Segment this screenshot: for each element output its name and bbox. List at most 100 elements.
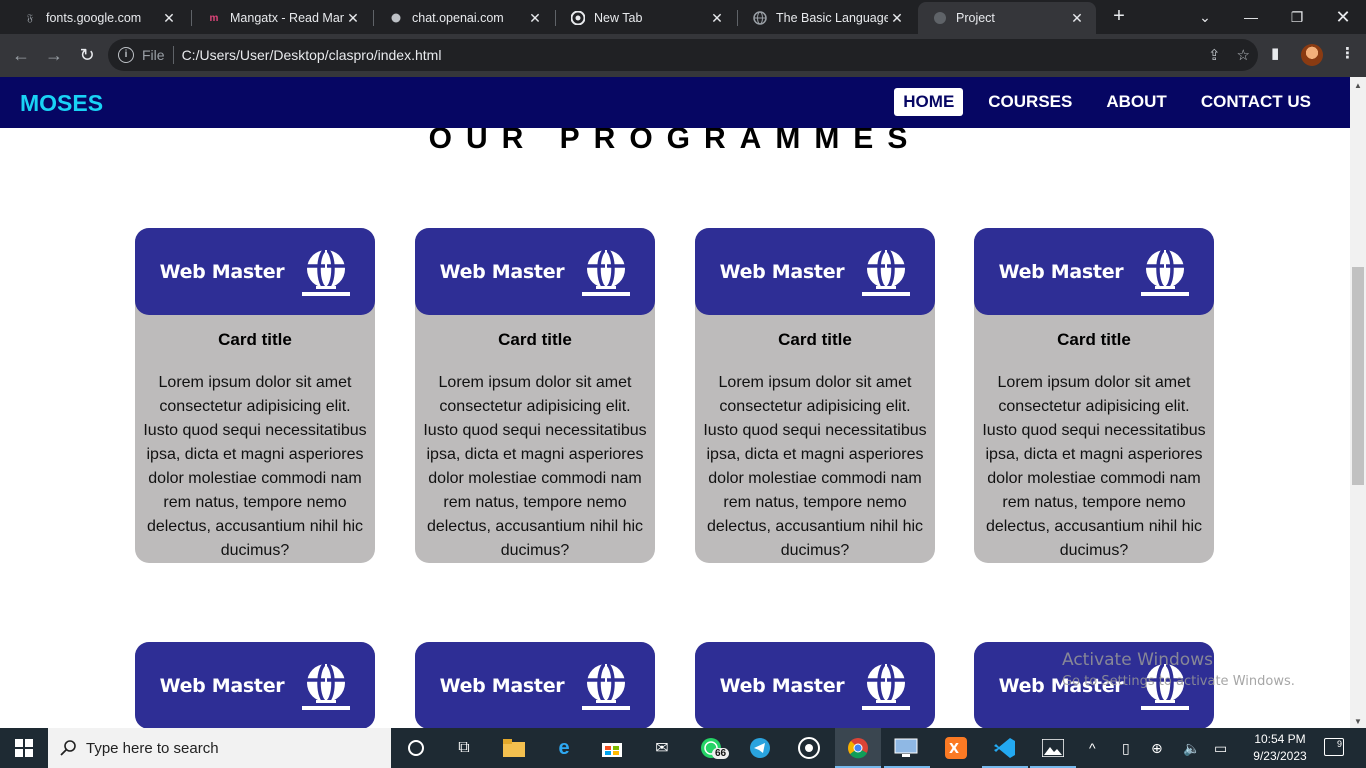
watermark-subtitle: Go to Settings to activate Windows. (1062, 674, 1295, 689)
web-master-globe-icon (582, 661, 631, 710)
mail-icon[interactable]: ✉ (650, 736, 674, 760)
task-view-icon[interactable]: ⧉ (452, 736, 476, 760)
scheme-label: File (142, 47, 165, 63)
forward-button[interactable]: → (42, 44, 66, 68)
url-text[interactable]: C:/Users/User/Desktop/claspro/index.html (182, 47, 442, 63)
restore-button[interactable]: ❐ (1274, 0, 1320, 34)
close-icon[interactable]: ✕ (888, 10, 906, 27)
vscode-icon[interactable] (993, 736, 1017, 760)
windows-taskbar: Type here to search ⧉ e ✉ 66 X ^ ▯ ⊕ 🔈 ▭… (0, 728, 1366, 768)
minimize-button[interactable]: — (1228, 0, 1274, 34)
tab-title: Mangatx - Read Mang (230, 11, 344, 25)
scrollbar-thumb[interactable] (1352, 267, 1364, 485)
openai-icon (388, 10, 404, 26)
browser-tab-basic-language[interactable]: The Basic Language of ✕ (738, 2, 916, 34)
card-logo: Web Master (974, 228, 1214, 315)
globe-icon (752, 10, 768, 26)
xampp-icon[interactable]: X (944, 736, 968, 760)
site-navbar: MOSES HOME COURSES ABOUT CONTACT US (0, 77, 1350, 128)
card-text: Lorem ipsum dolor sit amet consectetur a… (423, 374, 647, 559)
show-hidden-icons-chevron-up-icon[interactable]: ^ (1089, 728, 1096, 768)
scroll-down-arrow-icon[interactable]: ▼ (1354, 717, 1362, 726)
reload-button[interactable]: ↻ (75, 44, 99, 68)
address-bar[interactable]: i File C:/Users/User/Desktop/claspro/ind… (108, 39, 1258, 71)
menu-kebab-icon[interactable]: ⋮ (1340, 44, 1355, 62)
chrome-icon[interactable] (846, 736, 870, 760)
obs-icon[interactable] (797, 736, 821, 760)
divider (172, 46, 174, 64)
program-card: Web Master Card title Lorem ipsum dolor … (415, 228, 655, 563)
share-icon[interactable]: ⇪ (1208, 46, 1221, 64)
nav-courses[interactable]: COURSES (979, 88, 1081, 116)
window-close-button[interactable]: ✕ (1320, 0, 1366, 34)
card-logo-text: Web Master (439, 674, 565, 697)
program-card: Web Master (415, 642, 655, 728)
close-icon[interactable]: ✕ (1068, 10, 1086, 27)
nav-contact-us[interactable]: CONTACT US (1192, 88, 1320, 116)
browser-toolbar: ← → ↻ i File C:/Users/User/Desktop/clasp… (0, 34, 1366, 77)
new-tab-button[interactable]: + (1108, 6, 1130, 28)
avatar[interactable] (1301, 44, 1323, 66)
battery-icon[interactable]: ▭ (1214, 728, 1227, 768)
card-title: Card title (498, 330, 572, 349)
scroll-up-arrow-icon[interactable]: ▲ (1354, 81, 1362, 90)
search-placeholder: Type here to search (86, 739, 219, 757)
close-icon[interactable]: ✕ (344, 10, 362, 27)
tab-title: The Basic Language of (776, 11, 888, 25)
close-icon[interactable]: ✕ (160, 10, 178, 27)
browser-tab-new-tab[interactable]: New Tab ✕ (556, 2, 736, 34)
file-explorer-icon[interactable] (502, 736, 526, 760)
start-button[interactable] (0, 728, 48, 768)
card-text: Lorem ipsum dolor sit amet consectetur a… (982, 374, 1206, 559)
page-scrollbar[interactable]: ▲ ▼ (1350, 77, 1366, 728)
notification-center-icon[interactable]: 9 (1324, 738, 1344, 756)
system-clock[interactable]: 10:54 PM 9/23/2023 (1244, 731, 1316, 765)
network-globe-icon[interactable]: ⊕ (1151, 728, 1163, 768)
nav-about[interactable]: ABOUT (1097, 88, 1175, 116)
telegram-icon[interactable] (748, 736, 772, 760)
browser-tab-openai[interactable]: chat.openai.com ✕ (374, 2, 554, 34)
brand-logo[interactable]: MOSES (20, 90, 103, 117)
edge-icon[interactable]: e (552, 736, 576, 760)
card-logo: Web Master (415, 228, 655, 315)
card-logo-text: Web Master (159, 674, 285, 697)
browser-tab-project[interactable]: Project ✕ (918, 2, 1096, 34)
card-title: Card title (778, 330, 852, 349)
web-master-globe-icon (302, 247, 351, 296)
activate-windows-watermark: Activate Windows Go to Settings to activ… (1062, 650, 1295, 689)
web-master-globe-icon (1141, 247, 1190, 296)
card-logo: Web Master (695, 228, 935, 315)
page-viewport: MOSES HOME COURSES ABOUT CONTACT US OUR … (0, 77, 1350, 728)
card-logo-text: Web Master (719, 260, 845, 283)
cortana-icon[interactable] (404, 736, 428, 760)
close-icon[interactable]: ✕ (708, 10, 726, 27)
browser-tab-mangatx[interactable]: m Mangatx - Read Mang ✕ (192, 2, 372, 34)
store-icon[interactable] (600, 736, 624, 760)
tab-title: chat.openai.com (412, 11, 504, 25)
whatsapp-badge: 66 (712, 748, 730, 759)
globe-icon (932, 10, 948, 26)
svg-text:X: X (949, 742, 959, 757)
browser-tab-fonts[interactable]: 𝔉 fonts.google.com ✕ (8, 2, 188, 34)
side-panel-icon[interactable]: ▮ (1271, 44, 1279, 62)
remote-desktop-icon[interactable] (894, 736, 918, 760)
program-card: Web Master (135, 642, 375, 728)
tab-search-chevron-icon[interactable]: ⌄ (1182, 0, 1228, 34)
photos-icon[interactable] (1041, 736, 1065, 760)
card-logo: Web Master (695, 642, 935, 728)
back-button[interactable]: ← (9, 44, 33, 68)
usb-device-icon[interactable]: ▯ (1122, 728, 1130, 768)
program-card: Web Master Card title Lorem ipsum dolor … (135, 228, 375, 563)
close-icon[interactable]: ✕ (526, 10, 544, 27)
card-logo: Web Master (135, 642, 375, 728)
volume-icon[interactable]: 🔈 (1183, 728, 1200, 768)
info-icon[interactable]: i (118, 47, 134, 63)
bookmark-star-icon[interactable]: ☆ (1237, 46, 1250, 64)
tab-title: New Tab (594, 11, 643, 25)
browser-tab-strip: 𝔉 fonts.google.com ✕ m Mangatx - Read Ma… (0, 0, 1366, 34)
search-icon (60, 740, 76, 756)
program-card: Web Master (695, 642, 935, 728)
watermark-title: Activate Windows (1062, 650, 1213, 670)
nav-home[interactable]: HOME (894, 88, 964, 116)
taskbar-search-input[interactable]: Type here to search (48, 728, 391, 768)
